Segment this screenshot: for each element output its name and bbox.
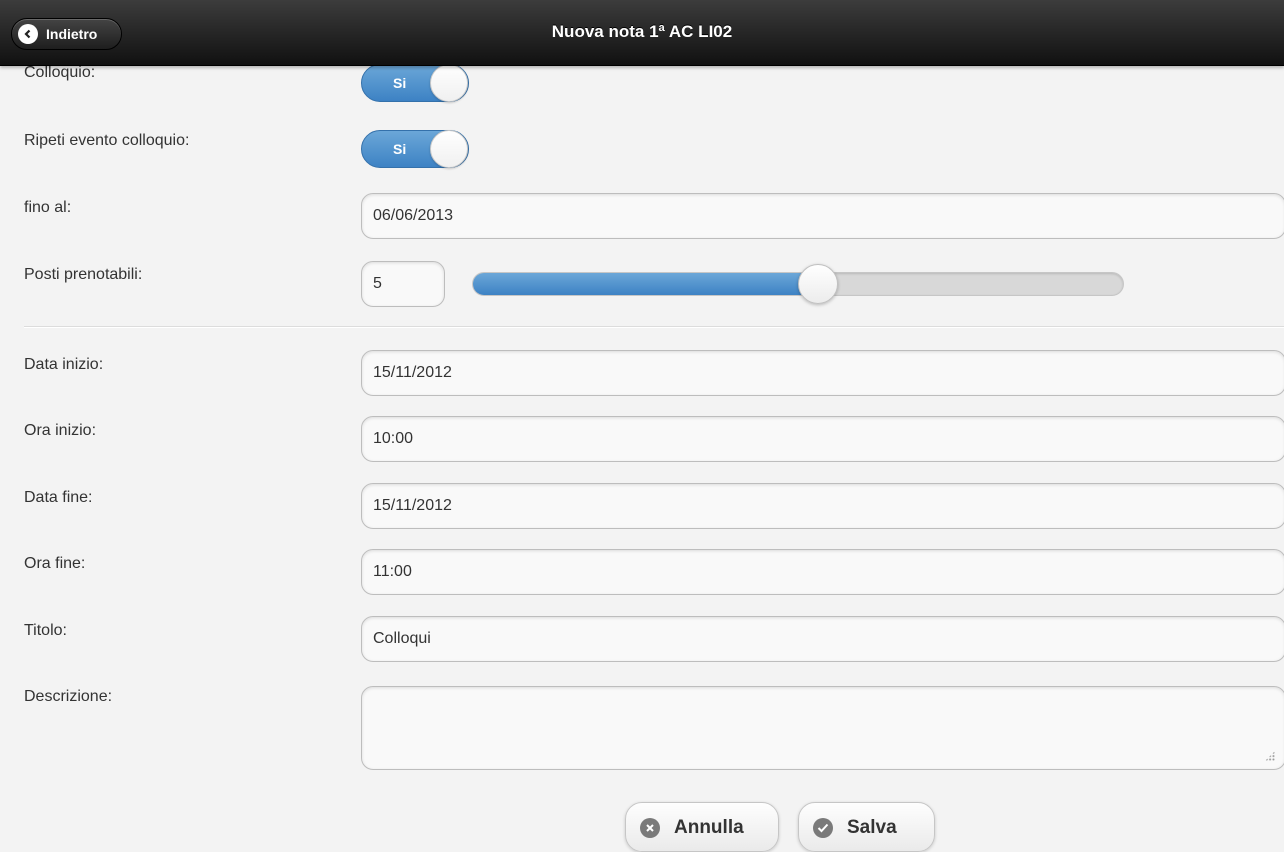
titolo-input[interactable]: Colloqui — [361, 616, 1284, 662]
data-inizio-label: Data inizio: — [24, 356, 104, 373]
colloquio-label: Colloquio: — [24, 64, 96, 81]
titolo-label: Titolo: — [24, 622, 67, 639]
cancel-button-label: Annulla — [674, 817, 744, 838]
slider-fill — [473, 273, 819, 295]
check-icon — [813, 818, 833, 838]
data-fine-label: Data fine: — [24, 489, 93, 506]
ora-fine-label: Ora fine: — [24, 555, 86, 572]
colloquio-switch-label: Si — [393, 75, 407, 91]
posti-prenotabili-input[interactable]: 5 — [361, 261, 445, 307]
fino-al-input[interactable]: 06/06/2013 — [361, 193, 1284, 239]
cancel-button[interactable]: Annulla — [625, 802, 779, 852]
save-button[interactable]: Salva — [798, 802, 935, 852]
save-button-label: Salva — [847, 817, 897, 838]
fino-al-label: fino al: — [24, 199, 72, 216]
ripeti-evento-label: Ripeti evento colloquio: — [24, 132, 190, 149]
header-bar: Indietro Nuova nota 1ª AC LI02 — [0, 0, 1284, 66]
descrizione-label: Descrizione: — [24, 688, 113, 705]
data-inizio-input[interactable]: 15/11/2012 — [361, 350, 1284, 396]
descrizione-textarea[interactable] — [361, 686, 1284, 770]
slider-handle[interactable] — [797, 264, 838, 304]
ripeti-evento-switch-label: Si — [393, 141, 407, 157]
ora-inizio-label: Ora inizio: — [24, 422, 97, 439]
ripeti-evento-switch[interactable]: Si — [361, 130, 469, 168]
switch-knob — [430, 130, 468, 168]
ora-fine-input[interactable]: 11:00 — [361, 549, 1284, 595]
data-fine-input[interactable]: 15/11/2012 — [361, 483, 1284, 529]
ora-inizio-input[interactable]: 10:00 — [361, 416, 1284, 462]
colloquio-switch[interactable]: Si — [361, 64, 469, 102]
section-divider — [24, 326, 1284, 327]
delete-icon — [640, 818, 660, 838]
switch-knob — [430, 64, 468, 102]
resize-grip-icon[interactable] — [1265, 751, 1275, 761]
posti-prenotabili-label: Posti prenotabili: — [24, 266, 143, 283]
page-title: Nuova nota 1ª AC LI02 — [551, 22, 733, 41]
